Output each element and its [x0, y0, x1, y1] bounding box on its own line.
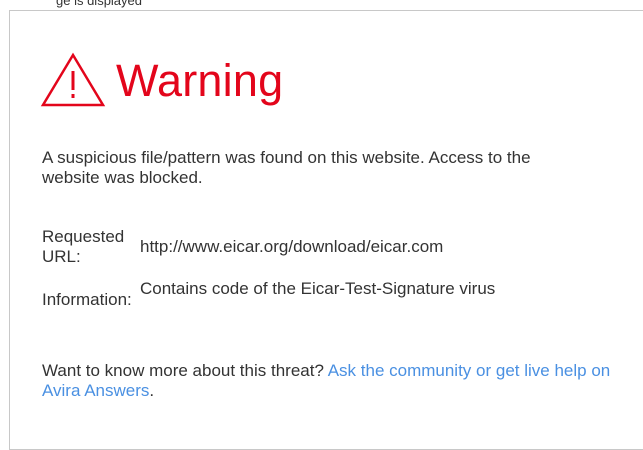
warning-title: Warning — [116, 54, 284, 106]
help-text: Want to know more about this threat? Ask… — [42, 361, 612, 401]
requested-url-label: Requested URL: — [42, 227, 125, 266]
help-prompt: Want to know more about this threat? — [42, 361, 328, 380]
information-value: Contains code of the Eicar-Test-Signatur… — [140, 279, 496, 298]
warning-heading: Warning — [40, 50, 283, 110]
requested-url-row: Requested URL: http://www.eicar.org/down… — [42, 227, 540, 267]
information-row: Information: Contains code of the Eicar-… — [42, 279, 540, 310]
top-strip-text: ge is displayed — [56, 0, 142, 8]
block-message: A suspicious file/pattern was found on t… — [42, 148, 531, 187]
help-trailing: . — [149, 381, 155, 400]
information-label: Information: — [42, 290, 132, 309]
warning-triangle-icon — [40, 52, 106, 107]
requested-url-value: http://www.eicar.org/download/eicar.com — [140, 237, 444, 256]
